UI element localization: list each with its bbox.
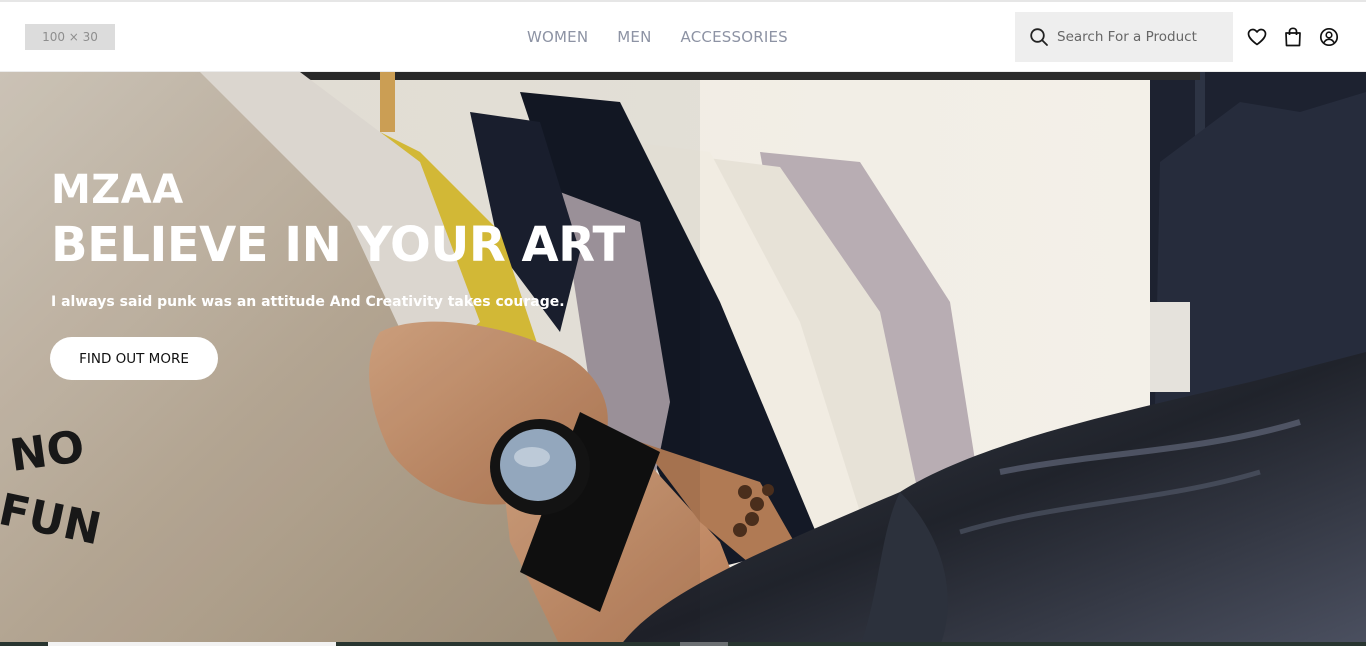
hero-subtitle: I always said punk was an attitude And C… <box>51 294 565 310</box>
main-nav: WOMEN MEN ACCESSORIES <box>527 28 788 46</box>
search-input[interactable] <box>1057 29 1217 45</box>
logo-placeholder[interactable]: 100 × 30 <box>25 24 115 50</box>
site-header: 100 × 30 WOMEN MEN ACCESSORIES <box>0 2 1366 72</box>
header-icons <box>1247 27 1339 47</box>
hero-brand: MZAA <box>51 167 184 213</box>
hero-headline: BELIEVE IN YOUR ART <box>51 217 625 273</box>
nav-women[interactable]: WOMEN <box>527 28 588 46</box>
slider-indicator[interactable] <box>680 642 728 646</box>
nav-accessories[interactable]: ACCESSORIES <box>681 28 788 46</box>
search-icon[interactable] <box>1029 26 1051 48</box>
find-out-more-button[interactable]: FIND OUT MORE <box>50 337 218 380</box>
hero-banner: NO FUN MZAA BELIEVE IN YOUR ART I always… <box>0 72 1366 646</box>
user-icon[interactable] <box>1319 27 1339 47</box>
nav-men[interactable]: MEN <box>617 28 651 46</box>
search-box[interactable] <box>1015 12 1233 62</box>
bag-icon[interactable] <box>1283 27 1303 47</box>
slider-indicator-active[interactable] <box>48 642 336 646</box>
heart-icon[interactable] <box>1247 27 1267 47</box>
